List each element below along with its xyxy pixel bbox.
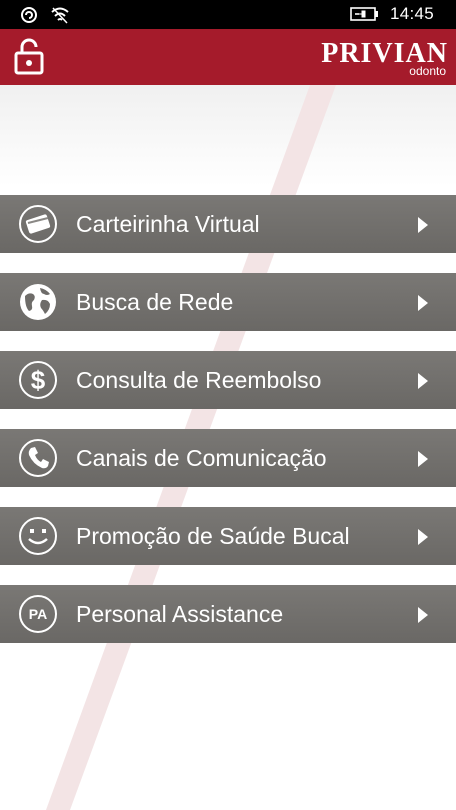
menu-item-label: Personal Assistance bbox=[76, 601, 284, 627]
chevron-right-icon bbox=[418, 217, 428, 233]
menu-item-label: Consulta de Reembolso bbox=[76, 367, 322, 393]
pa-icon: PA bbox=[19, 595, 57, 633]
chevron-right-icon bbox=[418, 373, 428, 389]
svg-text:PA: PA bbox=[29, 606, 47, 622]
chevron-right-icon bbox=[418, 529, 428, 545]
smile-icon bbox=[19, 517, 57, 555]
phone-icon bbox=[19, 439, 57, 477]
chevron-right-icon bbox=[418, 295, 428, 311]
dollar-icon: $ bbox=[19, 361, 57, 399]
status-bar: 14:45 bbox=[0, 0, 456, 29]
menu-item-busca-rede[interactable]: Busca de Rede bbox=[0, 273, 456, 331]
app-header: PRIVIAN odonto bbox=[0, 29, 456, 85]
sync-icon bbox=[21, 7, 37, 23]
menu-item-label: Carteirinha Virtual bbox=[76, 211, 260, 237]
lock-icon[interactable] bbox=[14, 37, 44, 75]
menu-item-canais[interactable]: Canais de Comunicação bbox=[0, 429, 456, 487]
menu-item-label: Busca de Rede bbox=[76, 289, 234, 315]
status-time: 14:45 bbox=[389, 4, 434, 23]
brand-logo: PRIVIAN odonto bbox=[321, 40, 448, 78]
menu-item-label: Canais de Comunicação bbox=[76, 445, 327, 471]
menu-item-reembolso[interactable]: $ Consulta de Reembolso bbox=[0, 351, 456, 409]
menu-item-label: Promoção de Saúde Bucal bbox=[76, 523, 350, 549]
svg-text:$: $ bbox=[31, 365, 46, 395]
chevron-right-icon bbox=[418, 451, 428, 467]
chevron-right-icon bbox=[418, 607, 428, 623]
battery-charging-icon bbox=[350, 7, 378, 21]
menu-item-carteirinha[interactable]: Carteirinha Virtual bbox=[0, 195, 456, 253]
wifi-icon bbox=[51, 7, 69, 24]
menu-item-personal-assistance[interactable]: PA Personal Assistance bbox=[0, 585, 456, 643]
card-icon bbox=[19, 205, 57, 243]
menu-item-saude-bucal[interactable]: Promoção de Saúde Bucal bbox=[0, 507, 456, 565]
globe-icon bbox=[20, 284, 56, 320]
